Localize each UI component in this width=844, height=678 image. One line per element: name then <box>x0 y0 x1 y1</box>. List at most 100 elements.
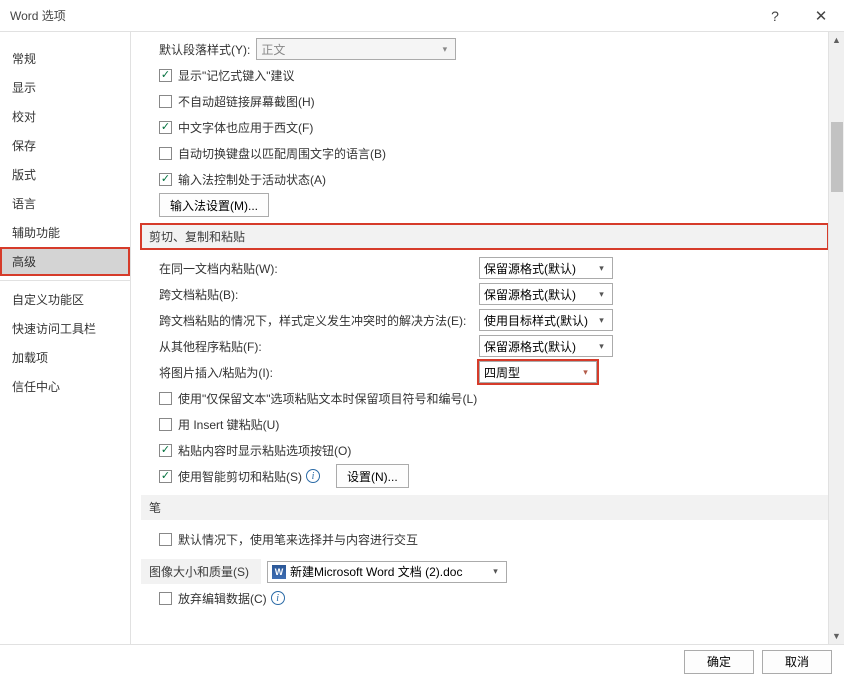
chevron-down-icon: ▾ <box>488 566 502 577</box>
sidebar-item-save[interactable]: 保存 <box>0 131 130 160</box>
insert-picture-dropdown[interactable]: 四周型 ▾ <box>479 361 597 383</box>
sidebar-item-proofing[interactable]: 校对 <box>0 102 130 131</box>
checkbox[interactable] <box>159 418 172 431</box>
checkbox[interactable]: ✓ <box>159 69 172 82</box>
titlebar: Word 选项 ? ✕ <box>0 0 844 32</box>
footer: 确定 取消 <box>0 644 844 678</box>
sidebar-item-language[interactable]: 语言 <box>0 189 130 218</box>
ccp-row1-label: 在同一文档内粘贴(W): <box>159 260 479 277</box>
checkbox[interactable]: ✓ <box>159 470 172 483</box>
ccp-row2-label: 跨文档粘贴(B): <box>159 286 479 303</box>
help-button[interactable]: ? <box>752 8 798 24</box>
cb-autokbd-row: 自动切换键盘以匹配周围文字的语言(B) <box>141 140 828 166</box>
close-button[interactable]: ✕ <box>798 7 844 25</box>
cb-autokbd-label: 自动切换键盘以匹配周围文字的语言(B) <box>178 145 386 162</box>
chevron-down-icon: ▾ <box>437 44 451 55</box>
ccp-row1: 在同一文档内粘贴(W): 保留源格式(默认) ▾ <box>141 255 828 281</box>
section-cut-copy-paste: 剪切、复制和粘贴 <box>141 224 828 249</box>
ccp-row5: 将图片插入/粘贴为(I): 四周型 ▾ <box>141 359 828 385</box>
ok-button[interactable]: 确定 <box>684 650 754 674</box>
chevron-down-icon: ▾ <box>594 315 608 326</box>
cb-discard-row: 放弃编辑数据(C) i <box>141 585 828 611</box>
dd-value: 保留源格式(默认) <box>484 260 594 277</box>
paste-other-dropdown[interactable]: 保留源格式(默认) ▾ <box>479 335 613 357</box>
dd-value: 新建Microsoft Word 文档 (2).doc <box>290 563 488 580</box>
cb-pen-row: 默认情况下，使用笔来选择并与内容进行交互 <box>141 526 828 552</box>
info-icon[interactable]: i <box>306 469 320 483</box>
checkbox[interactable]: ✓ <box>159 173 172 186</box>
checkbox[interactable] <box>159 147 172 160</box>
checkbox[interactable] <box>159 592 172 605</box>
default-para-dropdown[interactable]: 正文 ▾ <box>256 38 456 60</box>
word-doc-icon: W <box>272 565 286 579</box>
checkbox[interactable] <box>159 392 172 405</box>
main: 常规 显示 校对 保存 版式 语言 辅助功能 高级 自定义功能区 快速访问工具栏… <box>0 32 844 644</box>
ccp-row3: 跨文档粘贴的情况下，样式定义发生冲突时的解决方法(E): 使用目标样式(默认) … <box>141 307 828 333</box>
scroll-thumb[interactable] <box>831 122 843 192</box>
cb-showbtn-label: 粘贴内容时显示粘贴选项按钮(O) <box>178 442 351 459</box>
chevron-down-icon: ▾ <box>594 289 608 300</box>
cb-smart-row: ✓ 使用智能剪切和粘贴(S) i 设置(N)... <box>141 463 828 489</box>
checkbox[interactable]: ✓ <box>159 444 172 457</box>
cb-discard-label: 放弃编辑数据(C) <box>178 590 267 607</box>
image-doc-dropdown[interactable]: W 新建Microsoft Word 文档 (2).doc ▾ <box>267 561 507 583</box>
sidebar-item-addins[interactable]: 加载项 <box>0 343 130 372</box>
cb-nohyper-row: 不自动超链接屏幕截图(H) <box>141 88 828 114</box>
cb-ime-row: ✓ 输入法控制处于活动状态(A) <box>141 166 828 192</box>
chevron-down-icon: ▾ <box>594 263 608 274</box>
sidebar-item-layout[interactable]: 版式 <box>0 160 130 189</box>
checkbox[interactable]: ✓ <box>159 121 172 134</box>
cb-showbtn-row: ✓ 粘贴内容时显示粘贴选项按钮(O) <box>141 437 828 463</box>
cb-nohyper-label: 不自动超链接屏幕截图(H) <box>178 93 315 110</box>
ime-btn-row: 输入法设置(M)... <box>141 192 828 218</box>
window-title: Word 选项 <box>10 7 752 24</box>
cb-insertkey-label: 用 Insert 键粘贴(U) <box>178 416 279 433</box>
cb-ime-label: 输入法控制处于活动状态(A) <box>178 171 326 188</box>
sidebar-separator <box>0 280 130 281</box>
sidebar-item-general[interactable]: 常规 <box>0 44 130 73</box>
dd-value: 保留源格式(默认) <box>484 338 594 355</box>
cb-pen-label: 默认情况下，使用笔来选择并与内容进行交互 <box>178 531 418 548</box>
dd-value: 使用目标样式(默认) <box>484 312 594 329</box>
scroll-up-arrow[interactable]: ▲ <box>829 32 844 48</box>
section-image-row: 图像大小和质量(S) W 新建Microsoft Word 文档 (2).doc… <box>141 558 828 585</box>
paste-within-dropdown[interactable]: 保留源格式(默认) ▾ <box>479 257 613 279</box>
smart-settings-button[interactable]: 设置(N)... <box>336 464 409 488</box>
sidebar-item-advanced[interactable]: 高级 <box>0 247 130 276</box>
sidebar-item-display[interactable]: 显示 <box>0 73 130 102</box>
ccp-row3-label: 跨文档粘贴的情况下，样式定义发生冲突时的解决方法(E): <box>159 312 479 329</box>
dd-value: 保留源格式(默认) <box>484 286 594 303</box>
sidebar: 常规 显示 校对 保存 版式 语言 辅助功能 高级 自定义功能区 快速访问工具栏… <box>0 32 131 644</box>
cb-keeptext-row: 使用"仅保留文本"选项粘贴文本时保留项目符号和编号(L) <box>141 385 828 411</box>
sidebar-item-trust-center[interactable]: 信任中心 <box>0 372 130 401</box>
cb-memory-label: 显示"记忆式键入"建议 <box>178 67 295 84</box>
paste-conflict-dropdown[interactable]: 使用目标样式(默认) ▾ <box>479 309 613 331</box>
vertical-scrollbar[interactable]: ▲ ▼ <box>828 32 844 644</box>
scroll-down-arrow[interactable]: ▼ <box>829 628 844 644</box>
default-para-row: 默认段落样式(Y): 正文 ▾ <box>141 36 828 62</box>
cb-keeptext-label: 使用"仅保留文本"选项粘贴文本时保留项目符号和编号(L) <box>178 390 477 407</box>
cb-insertkey-row: 用 Insert 键粘贴(U) <box>141 411 828 437</box>
content-wrap: 默认段落样式(Y): 正文 ▾ ✓ 显示"记忆式键入"建议 不自动超链接屏幕截图… <box>131 32 844 644</box>
cb-memory-row: ✓ 显示"记忆式键入"建议 <box>141 62 828 88</box>
checkbox[interactable] <box>159 533 172 546</box>
sidebar-item-qat[interactable]: 快速访问工具栏 <box>0 314 130 343</box>
sidebar-item-accessibility[interactable]: 辅助功能 <box>0 218 130 247</box>
ccp-row5-label: 将图片插入/粘贴为(I): <box>159 364 479 381</box>
ccp-row2: 跨文档粘贴(B): 保留源格式(默认) ▾ <box>141 281 828 307</box>
cancel-button[interactable]: 取消 <box>762 650 832 674</box>
default-para-value: 正文 <box>261 41 437 58</box>
chevron-down-icon: ▾ <box>594 341 608 352</box>
sidebar-item-customize-ribbon[interactable]: 自定义功能区 <box>0 285 130 314</box>
info-icon[interactable]: i <box>271 591 285 605</box>
cb-cjk-label: 中文字体也应用于西文(F) <box>178 119 313 136</box>
section-image: 图像大小和质量(S) <box>141 559 261 584</box>
checkbox[interactable] <box>159 95 172 108</box>
paste-between-docs-dropdown[interactable]: 保留源格式(默认) ▾ <box>479 283 613 305</box>
content: 默认段落样式(Y): 正文 ▾ ✓ 显示"记忆式键入"建议 不自动超链接屏幕截图… <box>131 32 828 644</box>
dd-value: 四周型 <box>484 364 578 381</box>
chevron-down-icon: ▾ <box>578 367 592 378</box>
ccp-row4-label: 从其他程序粘贴(F): <box>159 338 479 355</box>
ime-settings-button[interactable]: 输入法设置(M)... <box>159 193 269 217</box>
ccp-row4: 从其他程序粘贴(F): 保留源格式(默认) ▾ <box>141 333 828 359</box>
